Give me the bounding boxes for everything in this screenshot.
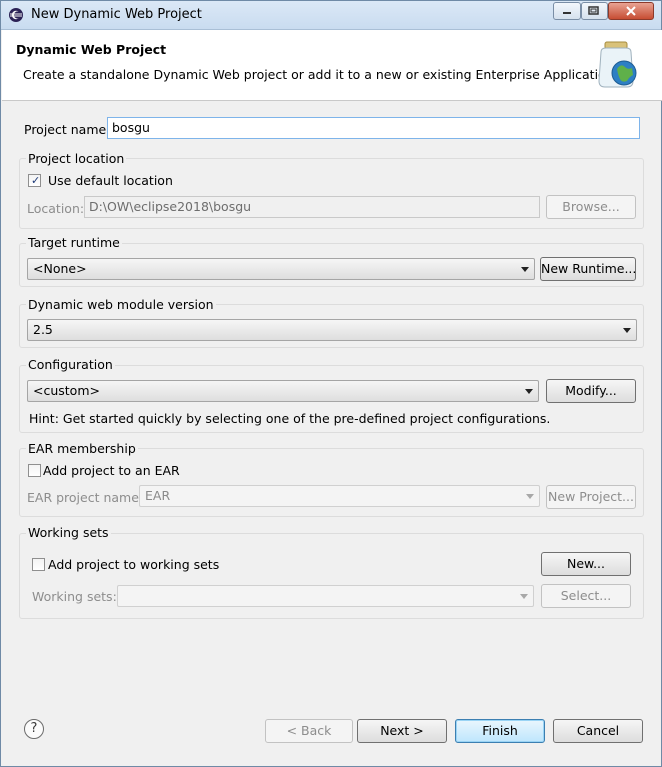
- target-runtime-select[interactable]: <None>: [27, 258, 535, 280]
- help-icon[interactable]: ?: [24, 719, 44, 739]
- add-to-working-sets-checkbox[interactable]: [32, 558, 45, 571]
- module-version-select[interactable]: 2.5: [27, 319, 637, 341]
- ear-membership-group-label: EAR membership: [26, 441, 138, 456]
- configuration-select[interactable]: <custom>: [27, 380, 539, 402]
- chevron-down-icon: [520, 594, 528, 599]
- module-version-value: 2.5: [33, 322, 53, 337]
- finish-button[interactable]: Finish: [455, 719, 545, 743]
- configuration-hint: Hint: Get started quickly by selecting o…: [29, 411, 551, 426]
- close-icon: [626, 6, 636, 16]
- chevron-down-icon: [623, 328, 631, 333]
- dialog-window: New Dynamic Web Project Dynamic Web Proj…: [0, 0, 662, 767]
- page-description: Create a standalone Dynamic Web project …: [23, 67, 618, 82]
- close-button[interactable]: [608, 2, 654, 20]
- new-project-button[interactable]: New Project...: [546, 485, 636, 509]
- project-location-group-label: Project location: [26, 151, 127, 166]
- window-title: New Dynamic Web Project: [31, 7, 202, 22]
- chevron-down-icon: [526, 494, 534, 499]
- header-banner: Dynamic Web Project Create a standalone …: [2, 30, 662, 101]
- check-icon: ✓: [31, 174, 41, 187]
- configuration-group-label: Configuration: [26, 357, 115, 372]
- ear-project-name-value: EAR: [145, 488, 171, 503]
- location-input[interactable]: D:\OW\eclipse2018\bosgu: [84, 196, 540, 218]
- eclipse-icon: [9, 8, 23, 22]
- modify-button[interactable]: Modify...: [546, 379, 636, 403]
- maximize-button[interactable]: [581, 2, 608, 20]
- new-working-set-button[interactable]: New...: [541, 552, 631, 576]
- chevron-down-icon: [525, 389, 533, 394]
- chevron-down-icon: [521, 267, 529, 272]
- next-button[interactable]: Next >: [357, 719, 447, 743]
- working-sets-group-label: Working sets: [26, 525, 111, 540]
- location-label: Location:: [27, 201, 85, 216]
- minimize-icon: [563, 12, 571, 14]
- browse-button[interactable]: Browse...: [546, 195, 636, 219]
- select-working-sets-button[interactable]: Select...: [541, 584, 631, 608]
- add-to-ear-checkbox[interactable]: [28, 464, 41, 477]
- minimize-button[interactable]: [553, 2, 581, 20]
- add-to-working-sets-label[interactable]: Add project to working sets: [48, 557, 219, 572]
- ear-project-name-label: EAR project name:: [27, 490, 144, 505]
- working-sets-select[interactable]: [117, 585, 534, 607]
- target-runtime-group-label: Target runtime: [26, 235, 122, 250]
- working-sets-label: Working sets:: [32, 589, 117, 604]
- ear-project-name-select[interactable]: EAR: [139, 485, 540, 507]
- configuration-value: <custom>: [33, 383, 100, 398]
- target-runtime-value: <None>: [33, 261, 87, 276]
- project-name-label: Project name:: [24, 122, 111, 137]
- web-project-jar-icon: [598, 41, 637, 88]
- title-bar[interactable]: New Dynamic Web Project: [1, 1, 661, 30]
- add-to-ear-label[interactable]: Add project to an EAR: [43, 463, 180, 478]
- project-name-input[interactable]: bosgu: [107, 117, 640, 139]
- new-runtime-button[interactable]: New Runtime...: [540, 257, 636, 281]
- module-version-group-label: Dynamic web module version: [26, 297, 216, 312]
- page-title: Dynamic Web Project: [16, 42, 167, 57]
- maximize-icon: [588, 6, 599, 15]
- use-default-location-checkbox[interactable]: ✓: [28, 174, 41, 187]
- cancel-button[interactable]: Cancel: [553, 719, 643, 743]
- use-default-location-label[interactable]: Use default location: [48, 173, 173, 188]
- back-button[interactable]: < Back: [265, 719, 353, 743]
